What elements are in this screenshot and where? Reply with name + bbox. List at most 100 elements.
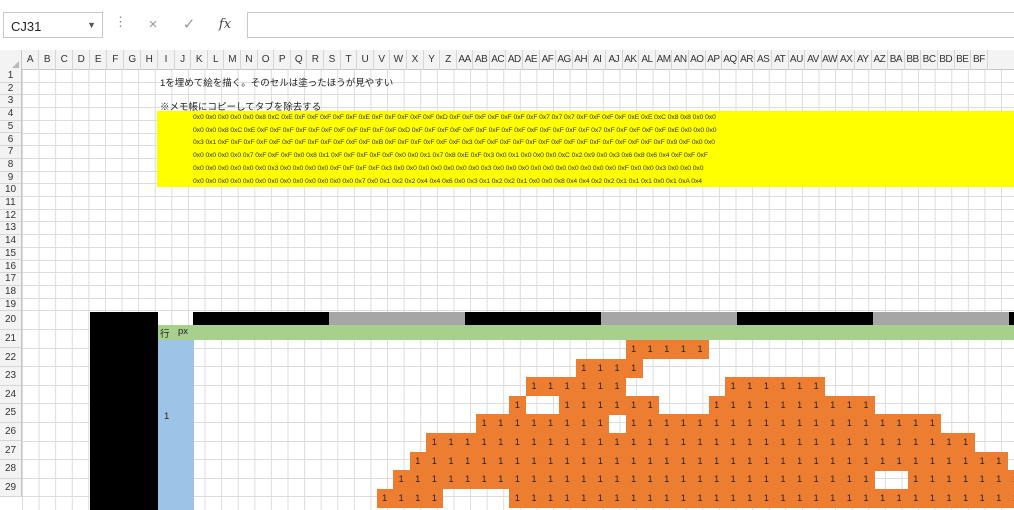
row-header-2[interactable]: 2 (0, 83, 21, 96)
row-header-12[interactable]: 12 (0, 210, 21, 223)
column-header-AN[interactable]: AN (672, 50, 689, 70)
row-header-28[interactable]: 28 (0, 460, 21, 479)
column-header-X[interactable]: X (407, 50, 424, 70)
column-header-AV[interactable]: AV (805, 50, 822, 70)
column-header-AC[interactable]: AC (490, 50, 507, 70)
column-header-AM[interactable]: AM (656, 50, 673, 70)
formula-input[interactable] (247, 12, 1014, 38)
column-header-S[interactable]: S (324, 50, 341, 70)
column-header-AY[interactable]: AY (855, 50, 872, 70)
column-header-AA[interactable]: AA (457, 50, 474, 70)
row-header-23[interactable]: 23 (0, 367, 21, 386)
column-header-AP[interactable]: AP (706, 50, 723, 70)
row-header-13[interactable]: 13 (0, 222, 21, 236)
row-header-16[interactable]: 16 (0, 261, 21, 274)
char-tab-1[interactable] (193, 312, 329, 325)
row-header-1[interactable]: 1 (0, 70, 21, 83)
chevron-down-icon[interactable]: ▼ (87, 20, 96, 30)
row-header-4[interactable]: 4 (0, 108, 21, 121)
column-header-Q[interactable]: Q (291, 50, 308, 70)
column-header-BF[interactable]: BF (971, 50, 988, 70)
hex-output-area[interactable] (157, 111, 1014, 187)
row-header-15[interactable]: 15 (0, 248, 21, 261)
decimal-row-4[interactable] (0, 260, 1014, 272)
column-header-C[interactable]: C (56, 50, 73, 70)
row-header-7[interactable]: 7 (0, 146, 21, 159)
hex-row-6[interactable]: 0x0 0x0 0x0 0x0 0x0 0x0 0x0 0x0 0x0 0x0 … (193, 178, 702, 185)
column-header-AE[interactable]: AE (523, 50, 540, 70)
column-header-E[interactable]: E (90, 50, 107, 70)
char-tab-6[interactable] (873, 312, 1009, 325)
row-header-27[interactable]: 27 (0, 442, 21, 461)
char-tab-4[interactable] (601, 312, 737, 325)
column-header-BD[interactable]: BD (938, 50, 955, 70)
column-header-U[interactable]: U (357, 50, 374, 70)
enter-icon[interactable]: ✓ (176, 12, 202, 38)
row-header-17[interactable]: 17 (0, 273, 21, 286)
row-header-20[interactable]: 20 (0, 311, 21, 330)
column-header-J[interactable]: J (175, 50, 192, 70)
column-header-AO[interactable]: AO (689, 50, 706, 70)
column-header-AF[interactable]: AF (540, 50, 557, 70)
column-header-AJ[interactable]: AJ (606, 50, 623, 70)
decimal-row-5[interactable] (0, 273, 1014, 285)
insert-function-icon[interactable]: fx (212, 12, 238, 38)
row-header-10[interactable]: 10 (0, 184, 21, 197)
column-header-AK[interactable]: AK (623, 50, 640, 70)
char-tab-2[interactable] (329, 312, 465, 325)
row-header-5[interactable]: 5 (0, 121, 21, 134)
column-header-AZ[interactable]: AZ (872, 50, 889, 70)
column-header-AR[interactable]: AR (739, 50, 756, 70)
column-header-AB[interactable]: AB (473, 50, 490, 70)
column-header-N[interactable]: N (241, 50, 258, 70)
column-header-F[interactable]: F (107, 50, 124, 70)
column-header-B[interactable]: B (39, 50, 56, 70)
column-header-Y[interactable]: Y (424, 50, 441, 70)
column-header-Z[interactable]: Z (440, 50, 457, 70)
row-header-24[interactable]: 24 (0, 386, 21, 405)
row-header-9[interactable]: 9 (0, 172, 21, 185)
column-header-AS[interactable]: AS (755, 50, 772, 70)
column-header-AG[interactable]: AG (556, 50, 573, 70)
column-header-AQ[interactable]: AQ (722, 50, 739, 70)
row-header-26[interactable]: 26 (0, 423, 21, 442)
column-header-M[interactable]: M (224, 50, 241, 70)
column-header-BB[interactable]: BB (905, 50, 922, 70)
column-header-BE[interactable]: BE (955, 50, 972, 70)
more-options-icon[interactable]: ⋮ (114, 14, 127, 30)
select-all-button[interactable] (0, 50, 22, 70)
row-header-14[interactable]: 14 (0, 235, 21, 248)
column-header-AT[interactable]: AT (772, 50, 789, 70)
char-tab-5[interactable] (737, 312, 873, 325)
column-header-AI[interactable]: AI (589, 50, 607, 70)
decimal-row-3[interactable] (0, 247, 1014, 259)
column-header-AX[interactable]: AX (838, 50, 855, 70)
row-header-22[interactable]: 22 (0, 349, 21, 368)
hex-row-1[interactable]: 0x0 0x0 0x0 0x0 0x0 0x8 0xC 0xE 0xF 0xF … (193, 114, 716, 121)
decimal-row-2[interactable] (0, 235, 1014, 247)
name-box[interactable]: CJ31 ▼ (3, 12, 103, 38)
row-header-25[interactable]: 25 (0, 404, 21, 423)
row-header-6[interactable]: 6 (0, 134, 21, 147)
column-header-BC[interactable]: BC (921, 50, 938, 70)
column-header-AU[interactable]: AU (789, 50, 806, 70)
column-header-BA[interactable]: BA (888, 50, 905, 70)
column-header-P[interactable]: P (274, 50, 291, 70)
row-header-21[interactable]: 21 (0, 330, 21, 349)
column-header-K[interactable]: K (191, 50, 208, 70)
column-header-V[interactable]: V (374, 50, 391, 70)
hex-row-2[interactable]: 0x0 0x0 0x8 0xC 0xE 0xF 0xF 0xF 0xF 0xF … (193, 127, 717, 134)
row-header-11[interactable]: 11 (0, 197, 21, 210)
worksheet[interactable]: 0x0 0x0 0x0 0x0 0x0 0x8 0xC 0xE 0xF 0xF … (0, 50, 1014, 510)
column-header-AH[interactable]: AH (573, 50, 590, 70)
column-header-R[interactable]: R (307, 50, 324, 70)
row-header-8[interactable]: 8 (0, 159, 21, 172)
decimal-row-1[interactable] (0, 222, 1014, 234)
column-header-AL[interactable]: AL (639, 50, 656, 70)
column-header-I[interactable]: I (158, 50, 175, 70)
column-header-H[interactable]: H (141, 50, 158, 70)
column-header-AD[interactable]: AD (506, 50, 524, 70)
column-header-T[interactable]: T (341, 50, 358, 70)
column-header-O[interactable]: O (258, 50, 275, 70)
char-tab-3[interactable] (465, 312, 601, 325)
